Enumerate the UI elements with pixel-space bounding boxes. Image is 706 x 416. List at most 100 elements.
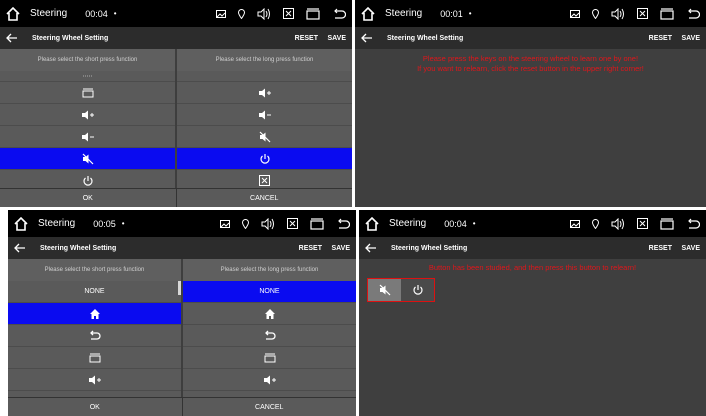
volume-up-icon (263, 375, 276, 384)
studied-message: Button has been studied, and then press … (428, 263, 637, 272)
reset-button[interactable]: RESET (649, 245, 672, 252)
list-item[interactable] (0, 104, 175, 126)
notification-dot: • (468, 9, 472, 18)
mute-icon (379, 284, 390, 296)
volume-icon[interactable] (261, 217, 275, 230)
home-icon[interactable] (361, 6, 375, 21)
screen-short-long-select-1: Steering 00:04 • Steering Wheel Setting … (0, 0, 352, 207)
scrollbar[interactable] (178, 281, 181, 295)
close-app-icon[interactable] (287, 218, 298, 229)
learned-power-button[interactable] (401, 279, 434, 301)
title-bar: Steering Wheel Setting RESET SAVE (359, 237, 706, 259)
recent-apps-icon[interactable] (306, 7, 320, 20)
list-item[interactable] (183, 347, 356, 369)
back-arrow-icon[interactable] (6, 33, 18, 43)
list-item-selected[interactable]: NONE (183, 281, 356, 303)
location-icon (592, 218, 599, 229)
list-item[interactable] (0, 126, 175, 148)
back-arrow-icon[interactable] (361, 33, 373, 43)
notification-dot: • (113, 9, 117, 18)
back-nav-icon[interactable] (686, 8, 700, 20)
cancel-button[interactable]: CANCEL (181, 398, 357, 416)
back-nav-icon[interactable] (332, 8, 346, 20)
recent-apps-icon (264, 353, 275, 362)
recent-apps-icon[interactable] (660, 7, 674, 20)
clock: 00:05 (93, 218, 116, 229)
list-item-selected[interactable] (0, 148, 175, 170)
gallery-icon (216, 9, 226, 18)
list-item-selected[interactable] (8, 303, 181, 325)
list-item[interactable] (177, 104, 352, 126)
recent-apps-icon[interactable] (310, 217, 324, 230)
list-item[interactable] (8, 347, 181, 369)
notification-dot: • (472, 219, 476, 228)
title-bar: Steering Wheel Setting RESET SAVE (0, 27, 352, 49)
page-title: Steering Wheel Setting (391, 244, 468, 252)
back-nav-icon[interactable] (686, 218, 700, 230)
reset-button[interactable]: RESET (649, 35, 672, 42)
list-item[interactable] (0, 170, 175, 189)
status-bar: Steering 00:05 • (8, 210, 356, 237)
volume-up-icon (88, 375, 101, 384)
long-press-header: Please select the long press function (183, 259, 356, 281)
home-icon[interactable] (6, 6, 20, 21)
close-app-icon[interactable] (637, 8, 648, 19)
save-button[interactable]: SAVE (681, 35, 700, 42)
save-button[interactable]: SAVE (327, 35, 346, 42)
reset-button[interactable]: RESET (299, 245, 322, 252)
home-icon[interactable] (365, 216, 379, 231)
back-arrow-icon[interactable] (14, 243, 26, 253)
list-item[interactable] (177, 170, 352, 189)
page-title: Steering Wheel Setting (387, 34, 464, 42)
save-button[interactable]: SAVE (681, 245, 700, 252)
dialog-footer: OK CANCEL (0, 188, 352, 207)
app-name: Steering (389, 218, 427, 229)
cancel-button[interactable]: CANCEL (175, 189, 353, 207)
gallery-icon (220, 219, 230, 228)
reset-button[interactable]: RESET (295, 35, 318, 42)
list-item[interactable] (177, 126, 352, 148)
volume-up-icon (81, 110, 94, 119)
back-arrow-icon[interactable] (365, 243, 377, 253)
close-app-icon[interactable] (637, 218, 648, 229)
short-press-header: Please select the short press function (8, 259, 181, 281)
list-item[interactable] (183, 303, 356, 325)
volume-icon[interactable] (611, 217, 625, 230)
recent-apps-icon (89, 353, 100, 362)
volume-icon[interactable] (257, 7, 271, 20)
back-nav-icon[interactable] (336, 218, 350, 230)
ok-button[interactable]: OK (8, 398, 182, 416)
volume-down-icon (81, 132, 94, 141)
list-item[interactable] (0, 71, 175, 82)
status-bar: Steering 00:04 • (359, 210, 706, 237)
list-item[interactable] (177, 82, 352, 104)
short-press-column: Please select the short press function N… (8, 259, 181, 398)
learned-buttons (367, 278, 435, 302)
list-item[interactable] (183, 369, 356, 391)
list-item[interactable]: NONE (8, 281, 181, 303)
recent-apps-icon[interactable] (660, 217, 674, 230)
power-icon (412, 285, 423, 295)
list-item[interactable] (8, 325, 181, 347)
home-icon (89, 308, 100, 319)
gallery-icon (570, 219, 580, 228)
ok-button[interactable]: OK (0, 189, 176, 207)
list-item[interactable] (177, 71, 352, 82)
volume-up-icon (258, 88, 271, 97)
list-item-selected[interactable] (177, 148, 352, 170)
close-app-icon[interactable] (283, 8, 294, 19)
long-press-column: Please select the long press function (177, 49, 352, 189)
save-button[interactable]: SAVE (331, 245, 350, 252)
home-icon[interactable] (14, 216, 28, 231)
list-item[interactable] (183, 325, 356, 347)
list-item[interactable] (8, 369, 181, 391)
volume-icon[interactable] (611, 7, 625, 20)
home-icon (264, 308, 275, 319)
app-name: Steering (30, 8, 68, 19)
learned-mute-button[interactable] (368, 279, 401, 301)
long-press-header: Please select the long press function (177, 49, 352, 71)
content-area: Please press the keys on the steering wh… (355, 49, 706, 207)
list-item[interactable] (0, 82, 175, 104)
app-name: Steering (38, 218, 76, 229)
instruction-line-2: If you want to relearn, click the reset … (417, 64, 644, 73)
